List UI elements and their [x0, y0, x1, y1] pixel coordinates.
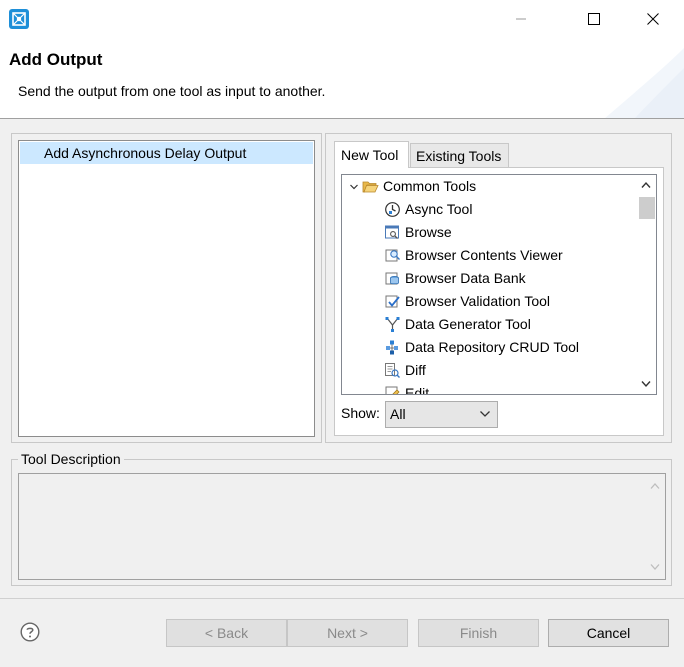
browser-contents-viewer-icon [384, 247, 401, 264]
folder-open-icon [362, 178, 379, 195]
tree-folder-common-tools[interactable]: Common Tools [346, 175, 476, 198]
outputs-list[interactable]: Add Asynchronous Delay Output [18, 140, 315, 437]
tree-item[interactable]: Browse [384, 221, 452, 244]
tree-item-label: Async Tool [405, 201, 473, 217]
tree-item-label: Browser Data Bank [405, 270, 526, 286]
footer-divider [0, 598, 684, 599]
chevron-down-icon[interactable] [346, 182, 362, 192]
tree-folder-label: Common Tools [383, 178, 477, 194]
tree-item-label: Diff [405, 362, 426, 378]
title-bar [0, 0, 684, 38]
maximize-icon [588, 13, 600, 25]
page-title: Add Output [9, 50, 103, 69]
tree-item-label: Data Repository CRUD Tool [405, 339, 580, 355]
tree-item-label: Data Generator Tool [405, 316, 531, 332]
tab-new-tool[interactable]: New Tool [334, 141, 409, 168]
tree-item[interactable]: Browser Contents Viewer [384, 244, 563, 267]
scroll-thumb[interactable] [639, 197, 655, 219]
close-button[interactable] [630, 4, 676, 34]
scroll-up-icon[interactable] [650, 482, 660, 490]
finish-button[interactable]: Finish [418, 619, 539, 647]
close-icon [647, 13, 659, 25]
browser-validation-tool-icon [384, 293, 401, 310]
chevron-down-icon [480, 411, 490, 417]
back-button[interactable]: < Back [166, 619, 287, 647]
maximize-button[interactable] [571, 4, 617, 34]
show-filter-select[interactable]: All [385, 401, 498, 428]
show-filter-label: Show: [341, 405, 380, 421]
scroll-up-icon[interactable] [641, 181, 651, 189]
next-button[interactable]: Next > [287, 619, 408, 647]
diff-icon [384, 362, 401, 379]
async-tool-icon [384, 201, 401, 218]
help-button[interactable] [20, 622, 40, 642]
tool-description-label: Tool Description [18, 451, 124, 467]
minimize-button[interactable] [498, 4, 544, 34]
scroll-down-icon[interactable] [641, 380, 651, 388]
tree-item-label: Browser Contents Viewer [405, 247, 563, 263]
tree-item-label: Browser Validation Tool [405, 293, 551, 309]
tree-item[interactable]: Data Repository CRUD Tool [384, 336, 579, 359]
tree-item[interactable]: Async Tool [384, 198, 472, 221]
help-icon [20, 622, 40, 642]
tree-scrollbar[interactable] [636, 175, 656, 394]
tool-tree[interactable]: Common Tools Async Tool Browse Browser C… [341, 174, 657, 395]
list-item[interactable]: Add Asynchronous Delay Output [20, 142, 313, 164]
tree-item-label: Browse [405, 224, 452, 240]
header-decoration [605, 48, 684, 118]
tree-item[interactable]: Diff [384, 359, 426, 382]
tree-item[interactable]: Data Generator Tool [384, 313, 531, 336]
tool-description-text [18, 473, 666, 580]
edit-icon [384, 385, 401, 394]
scroll-down-icon[interactable] [650, 563, 660, 571]
data-repository-crud-tool-icon [384, 339, 401, 356]
browse-icon [384, 224, 401, 241]
cancel-button[interactable]: Cancel [548, 619, 669, 647]
data-generator-tool-icon [384, 316, 401, 333]
tree-item-label: Edit [405, 385, 430, 395]
description-scrollbar[interactable] [645, 474, 665, 579]
app-icon [9, 9, 29, 29]
tab-existing-tools[interactable]: Existing Tools [410, 143, 509, 168]
dialog-header: Add Output Send the output from one tool… [0, 38, 684, 119]
tree-item[interactable]: Browser Validation Tool [384, 290, 550, 313]
show-filter-value: All [390, 406, 406, 422]
page-subtitle: Send the output from one tool as input t… [18, 83, 326, 99]
browser-data-bank-icon [384, 270, 401, 287]
minimize-icon [516, 18, 526, 20]
tree-item[interactable]: Edit [384, 382, 430, 395]
tree-item[interactable]: Browser Data Bank [384, 267, 526, 290]
